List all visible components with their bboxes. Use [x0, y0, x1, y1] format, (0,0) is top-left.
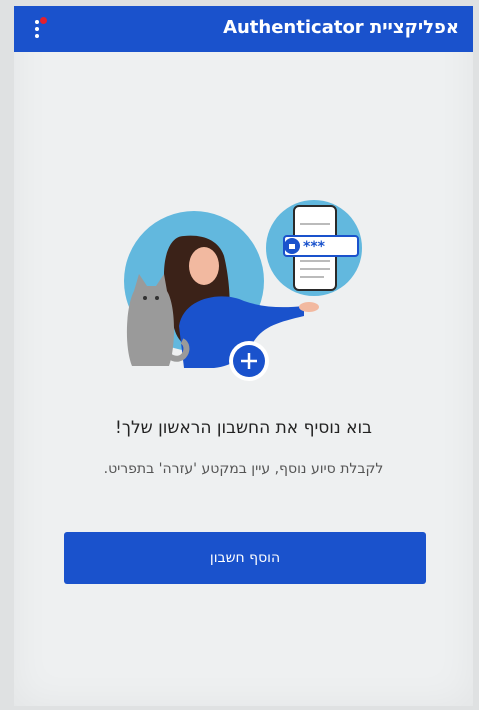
app-title: אפליקציית Authenticator: [223, 17, 459, 38]
notification-dot: [40, 17, 47, 24]
welcome-heading: בוא נוסיף את החשבון הראשון שלך!: [115, 418, 372, 438]
help-hint-text: לקבלת סיוע נוסף, עיין במקטע 'עזרה' בתפרי…: [103, 461, 384, 477]
add-account-button[interactable]: הוסף חשבון: [64, 532, 426, 584]
welcome-illustration: ***: [124, 200, 362, 381]
more-vertical-icon-dot: [35, 27, 39, 31]
woman-face: [189, 247, 219, 285]
password-mask: ***: [303, 239, 326, 255]
woman-hand: [299, 302, 319, 312]
app-bar: אפליקציית Authenticator: [14, 6, 473, 52]
more-vertical-icon-dot: [35, 34, 39, 38]
app-screen: אפליקציית Authenticator *** בוא נוסיף את…: [14, 6, 473, 706]
more-vertical-icon: [35, 20, 39, 24]
more-options-button[interactable]: [20, 10, 54, 48]
